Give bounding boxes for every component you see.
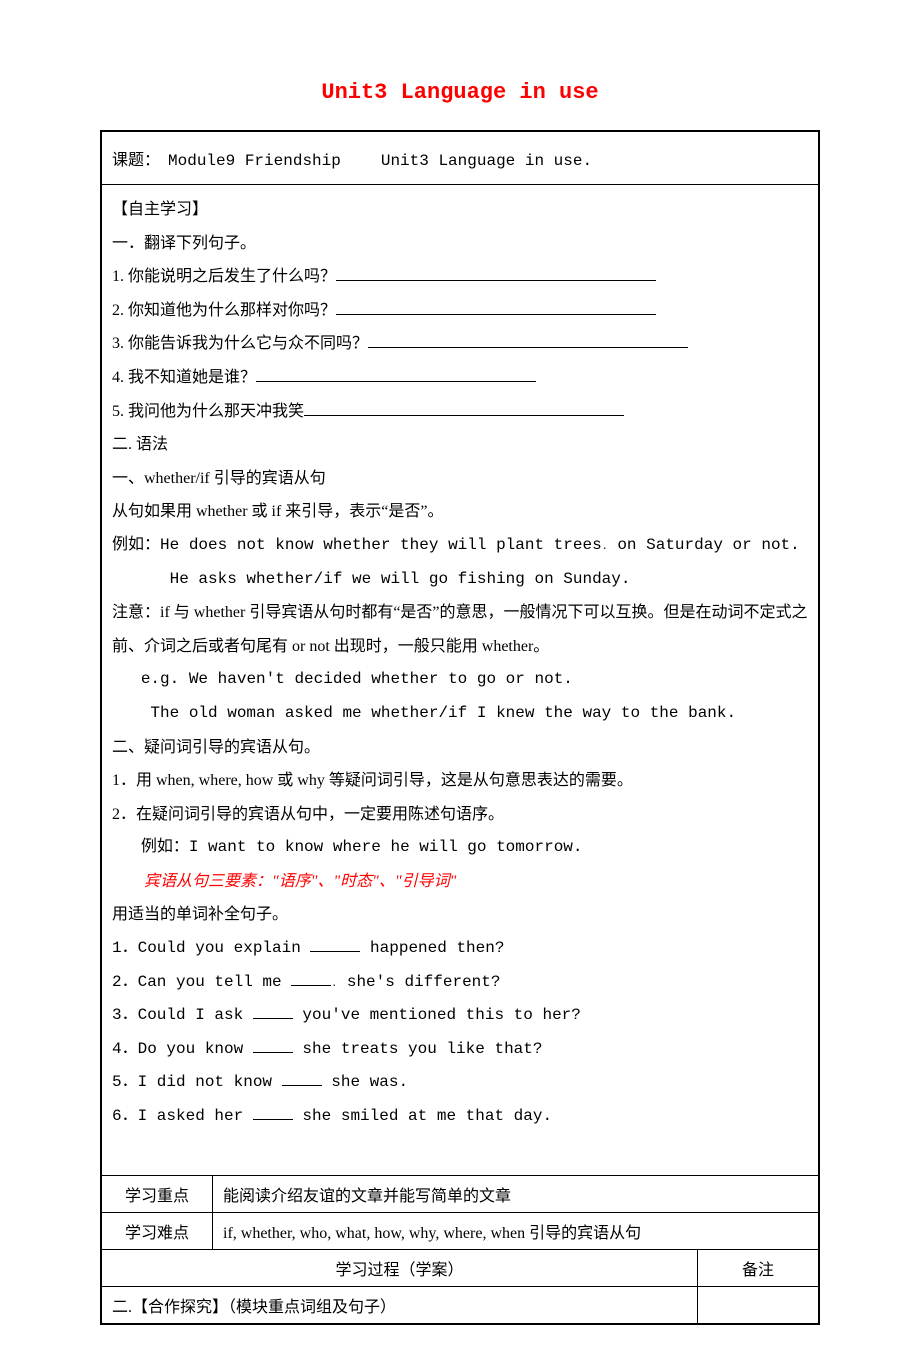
difficulty-content: if, whether, who, what, how, why, where,… [213, 1213, 820, 1250]
focus-content: 能阅读介绍友谊的文章并能写简单的文章 [213, 1176, 820, 1213]
grammar-line: 从句如果用 whether 或 if 来引导，表示“是否”。 [112, 495, 808, 529]
topic-label: 课题： [112, 152, 160, 169]
fill-item: 4．Do you know she treats you like that? [112, 1033, 808, 1067]
grammar-example: 例如：He does not know whether they will pl… [112, 529, 808, 563]
blank-line[interactable] [253, 1018, 293, 1019]
coop-remark [698, 1287, 820, 1325]
blank-line[interactable] [291, 985, 331, 986]
remark-label: 备注 [698, 1250, 820, 1287]
difficulty-row: 学习难点 if, whether, who, what, how, why, w… [101, 1213, 819, 1250]
coop-content: 二.【合作探究】（模块重点词组及句子） [101, 1287, 698, 1325]
unit-text: Unit3 Language in use. [381, 152, 592, 170]
grammar-header: 二. 语法 [112, 428, 808, 462]
document-table: 课题： Module9 Friendship Unit3 Language in… [100, 130, 820, 1325]
self-study-header: 【自主学习】 [112, 193, 808, 227]
grammar-note: 注意：if 与 whether 引导宾语从句时都有“是否”的意思，一般情况下可以… [112, 596, 808, 663]
grammar-example: He asks whether/if we will go fishing on… [112, 563, 808, 597]
fill-item: 3．Could I ask you've mentioned this to h… [112, 999, 808, 1033]
grammar-point: 2．在疑问词引导的宾语从句中，一定要用陈述句语序。 [112, 798, 808, 832]
fill-item: 6．I asked her she smiled at me that day. [112, 1100, 808, 1134]
blank-line[interactable] [304, 415, 624, 416]
process-row: 学习过程（学案） 备注 [101, 1250, 819, 1287]
page-title: Unit3 Language in use [100, 80, 820, 105]
blank-line[interactable] [336, 280, 656, 281]
blank-line[interactable] [310, 951, 360, 952]
difficulty-label: 学习难点 [101, 1213, 213, 1250]
blank-line[interactable] [253, 1052, 293, 1053]
translate-item: 2. 你知道他为什么那样对你吗？ [112, 294, 808, 328]
fill-item: 1．Could you explain happened then? [112, 932, 808, 966]
blank-line[interactable] [368, 347, 688, 348]
translate-item: 3. 你能告诉我为什么它与众不同吗？ [112, 327, 808, 361]
grammar-eg: e.g. We haven't decided whether to go or… [112, 663, 808, 697]
translate-item: 5. 我问他为什么那天冲我笑 [112, 395, 808, 429]
blank-line[interactable] [253, 1119, 293, 1120]
grammar-eg: The old woman asked me whether/if I knew… [112, 697, 808, 731]
module-text: Module9 Friendship [168, 152, 341, 170]
focus-label: 学习重点 [101, 1176, 213, 1213]
translate-item: 4. 我不知道她是谁？ [112, 361, 808, 395]
topic-cell: 课题： Module9 Friendship Unit3 Language in… [101, 131, 819, 185]
dot-marker: . [602, 542, 608, 553]
content-row: 【自主学习】 一．翻译下列句子。 1. 你能说明之后发生了什么吗？ 2. 你知道… [101, 185, 819, 1176]
grammar-sub1: 一、whether/if 引导的宾语从句 [112, 462, 808, 496]
coop-row: 二.【合作探究】（模块重点词组及句子） [101, 1287, 819, 1325]
translate-header: 一．翻译下列句子。 [112, 227, 808, 261]
fill-item: 5．I did not know she was. [112, 1066, 808, 1100]
translate-item: 1. 你能说明之后发生了什么吗？ [112, 260, 808, 294]
focus-row: 学习重点 能阅读介绍友谊的文章并能写简单的文章 [101, 1176, 819, 1213]
fill-header: 用适当的单词补全句子。 [112, 898, 808, 932]
blank-line[interactable] [256, 381, 536, 382]
grammar-point: 1．用 when, where, how 或 why 等疑问词引导，这是从句意思… [112, 764, 808, 798]
grammar-sub2: 二、疑问词引导的宾语从句。 [112, 731, 808, 765]
key-elements: 宾语从句三要素："语序"、"时态"、"引导词" [112, 865, 808, 899]
topic-row: 课题： Module9 Friendship Unit3 Language in… [101, 131, 819, 185]
grammar-point-example: 例如：I want to know where he will go tomor… [112, 831, 808, 865]
process-label: 学习过程（学案） [101, 1250, 698, 1287]
blank-line[interactable] [336, 314, 656, 315]
blank-line[interactable] [282, 1085, 322, 1086]
fill-item: 2．Can you tell me . she's different? [112, 966, 808, 1000]
main-content-cell: 【自主学习】 一．翻译下列句子。 1. 你能说明之后发生了什么吗？ 2. 你知道… [101, 185, 819, 1176]
